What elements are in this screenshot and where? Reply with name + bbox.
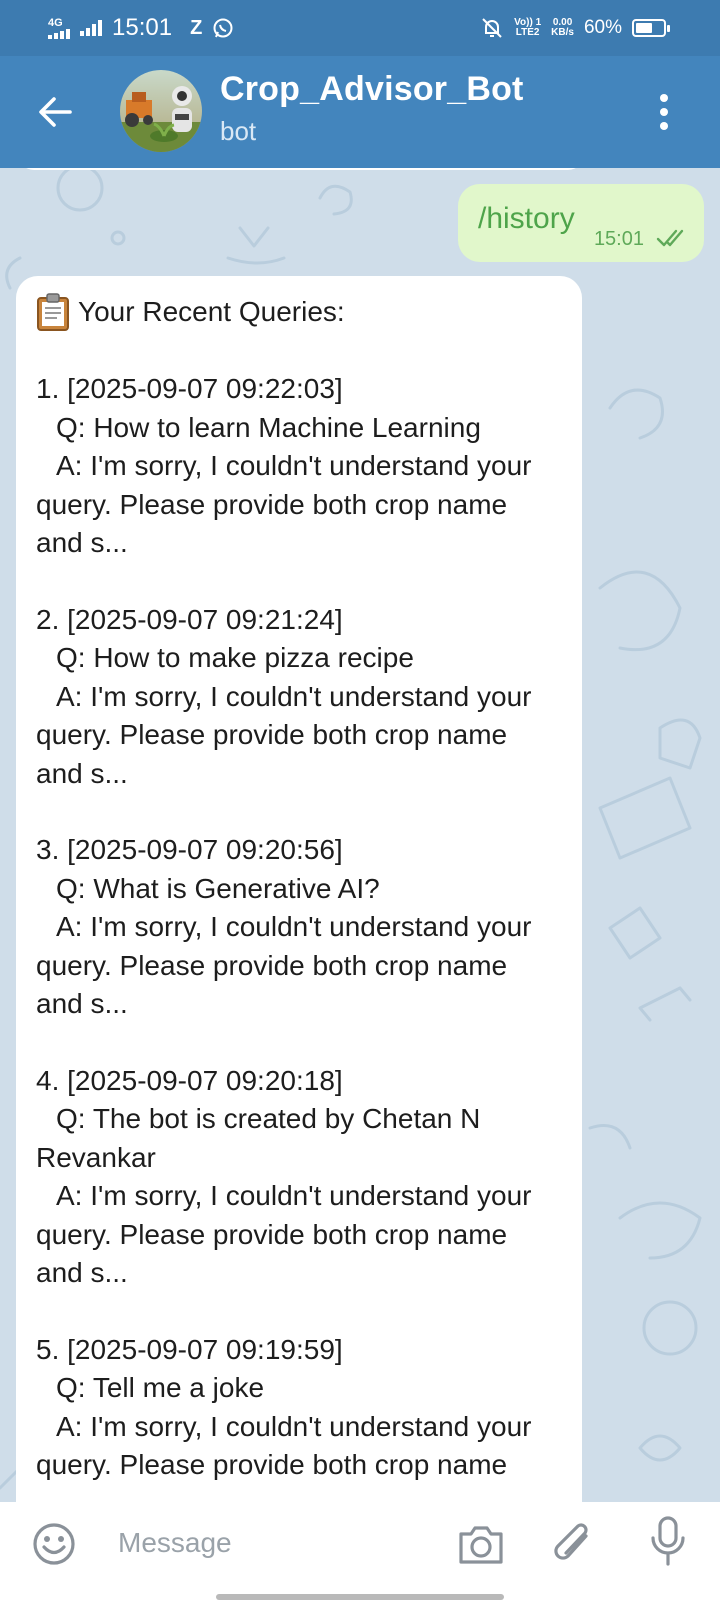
entry-answer: A: I'm sorry, I couldn't understand your — [56, 1410, 532, 1442]
battery-icon — [632, 19, 670, 37]
incoming-message[interactable]: Your Recent Queries: 1. [2025-09-07 09:2… — [16, 276, 582, 1502]
battery-fill — [636, 23, 652, 33]
list-item: 2. [2025-09-07 09:21:24] Q: How to make … — [36, 601, 566, 794]
home-indicator[interactable] — [216, 1594, 504, 1600]
message-composer — [0, 1502, 720, 1600]
outgoing-message-text[interactable]: /history — [478, 202, 575, 236]
status-bar: 4G 15:01 Z Vo)) 1 LTE2 0.00 KB/s 60% — [0, 0, 720, 56]
network-type-label: 4G — [48, 16, 63, 29]
entry-answer-cont: query. Please provide both crop name — [36, 488, 508, 520]
previous-message-bubble — [18, 168, 584, 170]
entry-timestamp: 1. [2025-09-07 09:22:03] — [36, 373, 343, 404]
entry-question: Q: How to make pizza recipe — [56, 642, 414, 673]
attach-button[interactable] — [552, 1518, 598, 1568]
list-item: 3. [2025-09-07 09:20:56] Q: What is Gene… — [36, 831, 566, 1024]
status-time: 15:01 — [112, 14, 173, 41]
chat-area[interactable]: /history 15:01 Your Recent Queries: 1. [… — [0, 168, 720, 1502]
list-item: 5. [2025-09-07 09:19:59] Q: Tell me a jo… — [36, 1331, 566, 1485]
double-check-icon — [656, 229, 684, 247]
message-input[interactable] — [118, 1518, 418, 1568]
bot-avatar[interactable] — [120, 70, 202, 152]
history-title: Your Recent Queries: — [78, 296, 345, 327]
battery-percent: 60% — [583, 17, 622, 38]
entry-answer: A: I'm sorry, I couldn't understand your — [56, 1180, 532, 1211]
paperclip-icon — [554, 1523, 588, 1560]
entry-answer: A: I'm sorry, I couldn't understand your — [56, 450, 532, 481]
back-button[interactable] — [34, 90, 78, 134]
history-heading: Your Recent Queries: — [36, 292, 566, 332]
entry-question: Q: What is Generative AI? — [56, 872, 380, 904]
camera-button[interactable] — [456, 1520, 506, 1568]
whatsapp-icon — [213, 18, 233, 38]
signal-strength-icon — [80, 20, 102, 36]
entry-answer: A: I'm sorry, I couldn't understand your — [56, 680, 532, 712]
camera-icon — [459, 1526, 503, 1564]
clipboard-icon — [37, 293, 69, 331]
entry-question: Q: How to learn Machine Learning — [56, 411, 481, 443]
entry-timestamp: 2. [2025-09-07 09:21:24] — [36, 603, 343, 635]
entry-timestamp: 3. [2025-09-07 09:20:56] — [36, 834, 343, 865]
entry-answer-cont: query. Please provide both crop name — [36, 949, 508, 981]
outgoing-message[interactable]: /history 15:01 — [458, 184, 704, 262]
chat-subtitle: bot — [220, 116, 257, 146]
entry-question: Q: The bot is created by Chetan N — [56, 1103, 481, 1134]
network-indicator: 4G — [48, 16, 70, 39]
entry-question: Q: Tell me a joke — [56, 1372, 265, 1403]
status-left: 4G 15:01 Z — [48, 12, 234, 44]
net-speed: 0.00 KB/s — [551, 18, 574, 38]
status-right: Vo)) 1 LTE2 0.00 KB/s 60% — [480, 12, 670, 44]
list-item: 1. [2025-09-07 09:22:03] Q: How to learn… — [36, 370, 566, 563]
entry-answer-cont: and s... — [36, 1257, 128, 1288]
emoji-button[interactable] — [32, 1522, 76, 1566]
entry-answer-cont: query. Please provide both crop name — [36, 1218, 508, 1250]
smiley-icon — [33, 1523, 75, 1565]
more-vertical-icon[interactable] — [654, 94, 674, 130]
lte-label: LTE2 — [515, 27, 540, 38]
mute-bell-icon — [482, 18, 502, 38]
entry-answer: A: I'm sorry, I couldn't understand your — [56, 911, 532, 942]
microphone-icon — [651, 1516, 685, 1566]
chat-title[interactable]: Crop_Advisor_Bot — [220, 70, 524, 109]
entry-answer-cont: query. Please provide both crop name — [36, 1449, 508, 1480]
entry-answer-cont: and s... — [36, 988, 128, 1019]
entry-answer-cont: and s... — [36, 527, 128, 558]
chat-header: Crop_Advisor_Bot bot — [0, 56, 720, 168]
bot-avatar-image — [120, 70, 202, 152]
volte-indicator: Vo)) 1 LTE2 — [514, 18, 541, 38]
entry-question-cont: Revankar — [36, 1141, 156, 1173]
net-speed-unit: KB/s — [551, 27, 574, 38]
signal-icon — [48, 28, 70, 39]
microphone-button[interactable] — [648, 1516, 688, 1568]
entry-timestamp: 5. [2025-09-07 09:19:59] — [36, 1333, 343, 1365]
message-time: 15:01 — [593, 228, 644, 250]
notification-z-icon: Z — [190, 16, 203, 39]
entry-answer-cont: and s... — [36, 757, 128, 789]
arrow-left-icon — [39, 97, 72, 127]
entry-answer-cont: query. Please provide both crop name — [36, 719, 508, 750]
entry-timestamp: 4. [2025-09-07 09:20:18] — [36, 1064, 343, 1096]
list-item: 4. [2025-09-07 09:20:18] Q: The bot is c… — [36, 1062, 566, 1293]
